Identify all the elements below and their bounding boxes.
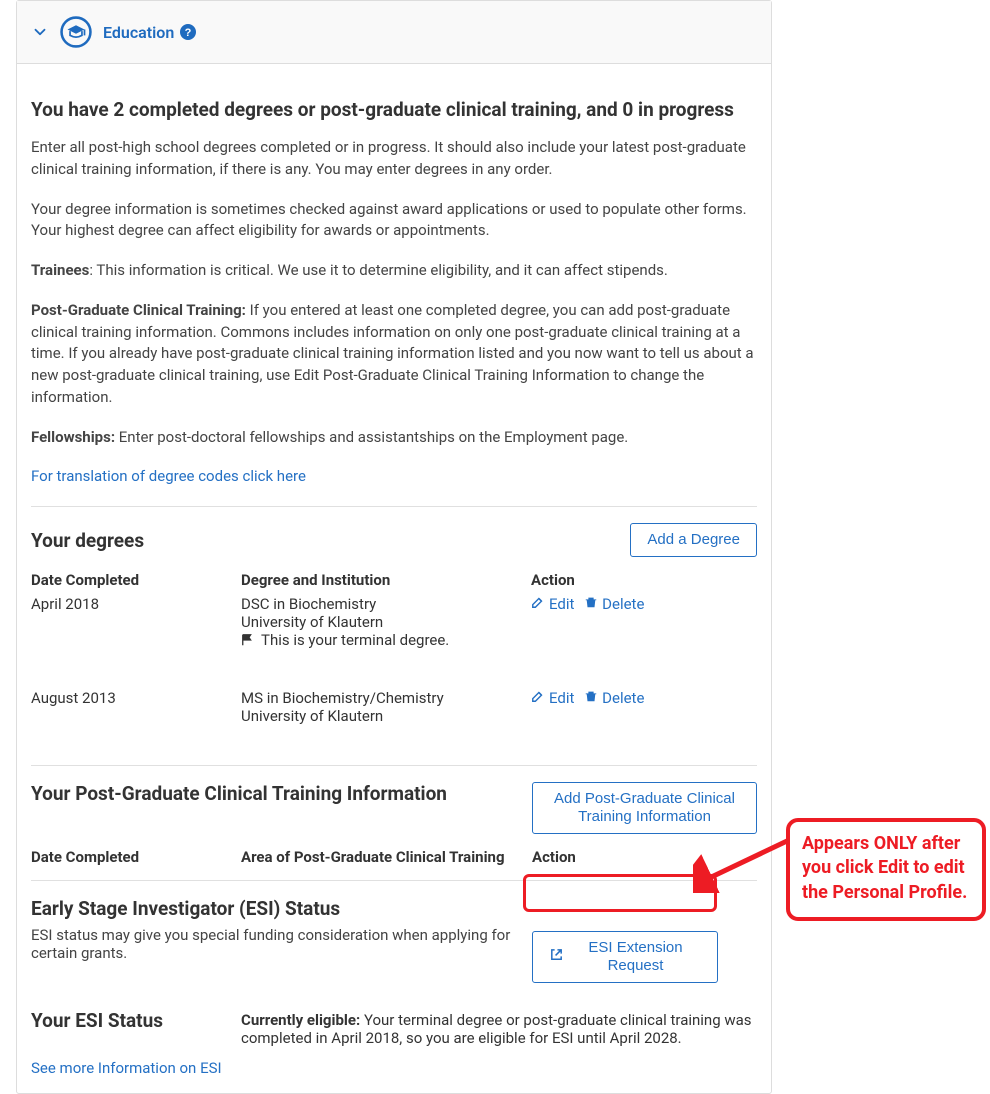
intro-fellowships: Fellowships: Enter post-doctoral fellows… [31,427,757,449]
edit-icon [531,595,545,613]
esi-description: ESI status may give you special funding … [31,926,522,962]
trainees-text: : This information is critical. We use i… [89,261,668,279]
esi-extension-request-button[interactable]: ESI Extension Request [532,931,718,983]
divider [31,765,757,766]
your-degrees-heading: Your degrees [31,529,144,552]
intro-p1: Enter all post-high school degrees compl… [31,137,757,181]
fellowships-text: Enter post-doctoral fellowships and assi… [115,428,628,446]
external-link-icon [549,947,564,967]
pgct-col-date: Date Completed [31,848,241,872]
degree-date: April 2018 [31,595,241,613]
pgct-col-area: Area of Post-Graduate Clinical Training [241,848,532,872]
fellowships-label: Fellowships: [31,428,115,446]
delete-label: Delete [602,689,644,707]
terminal-degree-text: This is your terminal degree. [261,631,449,649]
chevron-down-icon [31,23,49,41]
annotation-callout: Appears ONLY after you click Edit to edi… [786,818,986,921]
degree-institution: University of Klautern [241,613,531,631]
terminal-degree-note: This is your terminal degree. [241,631,531,649]
trash-icon [584,595,598,613]
summary-heading: You have 2 completed degrees or post-gra… [31,98,757,121]
delete-button[interactable]: Delete [584,595,644,613]
pgct-label: Post-Graduate Clinical Training: [31,301,246,319]
section-title: Education ? [103,23,196,42]
esi-button-label: ESI Extension Request [570,939,701,975]
education-panel-body: You have 2 completed degrees or post-gra… [17,64,771,1093]
edit-icon [531,689,545,707]
edit-label: Edit [549,689,574,707]
annotation-text: Appears ONLY after you click Edit to edi… [802,833,967,903]
pgct-col-action: Action [532,848,757,872]
esi-status-heading: Early Stage Investigator (ESI) Status [31,897,522,920]
svg-text:?: ? [185,27,192,39]
education-icon [59,15,93,49]
divider [31,506,757,507]
degree-name: MS in Biochemistry/Chemistry [241,689,531,707]
col-degree-institution: Degree and Institution [241,571,531,595]
degree-institution: University of Klautern [241,707,531,725]
delete-label: Delete [602,595,644,613]
edit-label: Edit [549,595,574,613]
divider [31,880,757,881]
currently-eligible-label: Currently eligible: [241,1011,360,1029]
intro-trainees: Trainees: This information is critical. … [31,260,757,282]
trash-icon [584,689,598,707]
col-action: Action [531,571,751,595]
flag-icon [241,633,255,647]
col-date-completed: Date Completed [31,571,241,595]
your-esi-status-heading: Your ESI Status [31,1009,241,1032]
edit-button[interactable]: Edit [531,595,574,613]
degree-name: DSC in Biochemistry [241,595,531,613]
intro-pgct: Post-Graduate Clinical Training: If you … [31,300,757,409]
add-degree-button[interactable]: Add a Degree [630,523,757,557]
degree-row: August 2013 MS in Biochemistry/Chemistry… [31,689,757,725]
delete-button[interactable]: Delete [584,689,644,707]
help-icon[interactable]: ? [180,24,196,40]
see-more-esi-link[interactable]: See more Information on ESI [31,1059,222,1077]
add-pgct-button[interactable]: Add Post-Graduate Clinical Training Info… [532,782,757,834]
degree-codes-link[interactable]: For translation of degree codes click he… [31,467,306,485]
intro-p2: Your degree information is sometimes che… [31,199,757,243]
degree-date: August 2013 [31,689,241,707]
pgct-heading: Your Post-Graduate Clinical Training Inf… [31,782,447,805]
degree-row: April 2018 DSC in Biochemistry Universit… [31,595,757,649]
section-title-text: Education [103,23,174,42]
trainees-label: Trainees [31,261,89,279]
edit-button[interactable]: Edit [531,689,574,707]
education-panel: Education ? You have 2 completed degrees… [16,0,772,1094]
education-panel-header[interactable]: Education ? [17,1,771,64]
